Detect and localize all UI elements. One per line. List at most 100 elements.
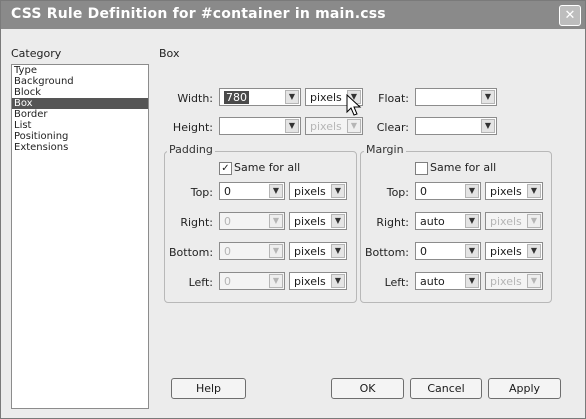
margin-legend: Margin [364, 143, 406, 156]
margin-bottom-input[interactable]: 0 ▼ [415, 242, 481, 260]
margin-right-input[interactable]: auto ▼ [415, 212, 481, 230]
padding-legend: Padding [167, 143, 215, 156]
padding-bottom-unit: pixels [294, 245, 326, 258]
margin-right-label: Right: [376, 216, 409, 229]
padding-top-unit: pixels [294, 185, 326, 198]
margin-same-for-all-checkbox[interactable] [415, 162, 428, 175]
category-item-block[interactable]: Block [12, 87, 148, 98]
margin-bottom-value: 0 [420, 245, 427, 258]
chevron-down-icon[interactable]: ▼ [527, 274, 541, 288]
width-label: Width: [177, 92, 213, 105]
chevron-down-icon[interactable]: ▼ [527, 184, 541, 198]
margin-same-for-all-label: Same for all [430, 161, 497, 174]
padding-right-input[interactable]: 0 ▼ [219, 212, 285, 230]
category-item-type[interactable]: Type [12, 65, 148, 76]
margin-top-unit: pixels [490, 185, 522, 198]
margin-bottom-unit-select[interactable]: pixels ▼ [485, 242, 543, 260]
margin-left-label: Left: [384, 276, 409, 289]
margin-top-unit-select[interactable]: pixels ▼ [485, 182, 543, 200]
padding-left-label: Left: [188, 276, 213, 289]
chevron-down-icon[interactable]: ▼ [527, 214, 541, 228]
margin-left-value: auto [420, 275, 445, 288]
ok-button[interactable]: OK [331, 378, 404, 399]
apply-button[interactable]: Apply [488, 378, 561, 399]
margin-top-input[interactable]: 0 ▼ [415, 182, 481, 200]
chevron-down-icon[interactable]: ▼ [465, 244, 479, 258]
chevron-down-icon[interactable]: ▼ [285, 90, 299, 104]
padding-bottom-unit-select[interactable]: pixels ▼ [289, 242, 347, 260]
dialog-body: Category Box Type Background Block Box B… [1, 29, 585, 418]
padding-top-input[interactable]: 0 ▼ [219, 182, 285, 200]
chevron-down-icon[interactable]: ▼ [269, 274, 283, 288]
padding-bottom-label: Bottom: [169, 246, 214, 259]
chevron-down-icon[interactable]: ▼ [331, 184, 345, 198]
float-select[interactable]: ▼ [415, 88, 497, 106]
margin-top-value: 0 [420, 185, 427, 198]
margin-right-unit-select[interactable]: pixels ▼ [485, 212, 543, 230]
category-item-border[interactable]: Border [12, 109, 148, 120]
margin-bottom-label: Bottom: [364, 246, 409, 259]
category-label: Category [11, 47, 62, 60]
padding-right-unit-select[interactable]: pixels ▼ [289, 212, 347, 230]
chevron-down-icon[interactable]: ▼ [347, 119, 361, 133]
margin-right-unit: pixels [490, 215, 522, 228]
chevron-down-icon[interactable]: ▼ [269, 184, 283, 198]
chevron-down-icon[interactable]: ▼ [331, 214, 345, 228]
height-label: Height: [172, 121, 213, 134]
category-item-list[interactable]: List [12, 120, 148, 131]
pointer-cursor-icon [346, 94, 362, 116]
padding-same-for-all-label: Same for all [234, 161, 301, 174]
margin-top-label: Top: [386, 186, 409, 199]
height-input[interactable]: ▼ [219, 117, 301, 135]
chevron-down-icon[interactable]: ▼ [331, 274, 345, 288]
category-item-positioning[interactable]: Positioning [12, 131, 148, 142]
padding-left-unit: pixels [294, 275, 326, 288]
padding-right-value: 0 [224, 215, 231, 228]
margin-right-value: auto [420, 215, 445, 228]
chevron-down-icon[interactable]: ▼ [465, 184, 479, 198]
category-item-extensions[interactable]: Extensions [12, 142, 148, 153]
width-unit-value: pixels [310, 91, 342, 104]
chevron-down-icon[interactable]: ▼ [481, 119, 495, 133]
clear-select[interactable]: ▼ [415, 117, 497, 135]
chevron-down-icon[interactable]: ▼ [465, 214, 479, 228]
margin-left-unit-select[interactable]: pixels ▼ [485, 272, 543, 290]
width-value: 780 [224, 91, 249, 104]
title-bar[interactable]: CSS Rule Definition for #container in ma… [1, 1, 585, 29]
chevron-down-icon[interactable]: ▼ [331, 244, 345, 258]
padding-right-label: Right: [180, 216, 213, 229]
chevron-down-icon[interactable]: ▼ [269, 244, 283, 258]
chevron-down-icon[interactable]: ▼ [269, 214, 283, 228]
chevron-down-icon[interactable]: ▼ [527, 244, 541, 258]
padding-same-for-all-checkbox[interactable]: ✓ [219, 162, 232, 175]
chevron-down-icon[interactable]: ▼ [481, 90, 495, 104]
help-button[interactable]: Help [171, 378, 246, 399]
category-list[interactable]: Type Background Block Box Border List Po… [11, 64, 149, 409]
clear-label: Clear: [376, 121, 409, 134]
float-label: Float: [378, 92, 409, 105]
css-rule-definition-dialog: CSS Rule Definition for #container in ma… [0, 0, 586, 419]
window-title: CSS Rule Definition for #container in ma… [11, 6, 386, 22]
padding-left-input[interactable]: 0 ▼ [219, 272, 285, 290]
close-icon: ✕ [564, 8, 576, 23]
close-button[interactable]: ✕ [559, 5, 581, 26]
padding-top-label: Top: [190, 186, 213, 199]
padding-bottom-input[interactable]: 0 ▼ [219, 242, 285, 260]
check-icon: ✓ [221, 163, 230, 174]
padding-top-unit-select[interactable]: pixels ▼ [289, 182, 347, 200]
padding-left-unit-select[interactable]: pixels ▼ [289, 272, 347, 290]
padding-top-value: 0 [224, 185, 231, 198]
chevron-down-icon[interactable]: ▼ [465, 274, 479, 288]
margin-bottom-unit: pixels [490, 245, 522, 258]
margin-left-unit: pixels [490, 275, 522, 288]
height-unit-value: pixels [310, 120, 342, 133]
padding-bottom-value: 0 [224, 245, 231, 258]
width-input[interactable]: 780 ▼ [219, 88, 301, 106]
cancel-button[interactable]: Cancel [410, 378, 482, 399]
margin-left-input[interactable]: auto ▼ [415, 272, 481, 290]
height-unit-select[interactable]: pixels ▼ [305, 117, 363, 135]
category-item-background[interactable]: Background [12, 76, 148, 87]
box-heading: Box [159, 47, 180, 60]
chevron-down-icon[interactable]: ▼ [285, 119, 299, 133]
category-item-box[interactable]: Box [12, 98, 148, 109]
